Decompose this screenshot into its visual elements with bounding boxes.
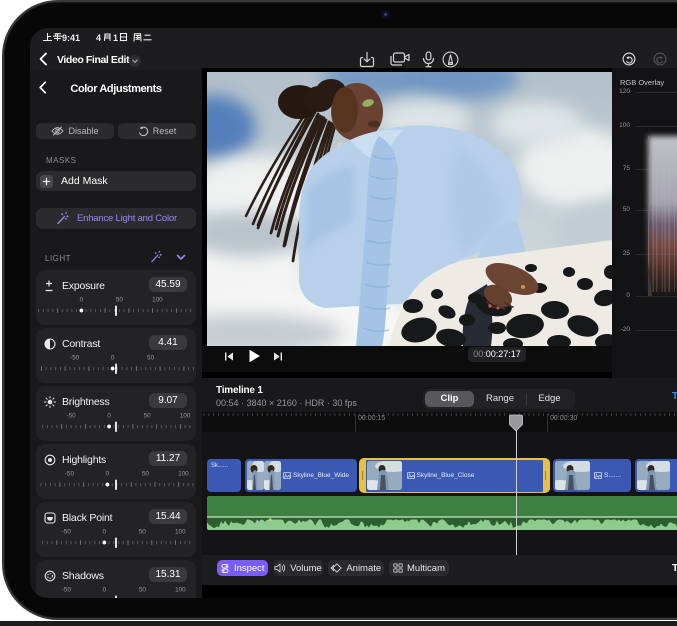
svg-text:0: 0 [80,297,84,304]
svg-text:0: 0 [107,413,111,420]
svg-text:50: 50 [147,355,155,362]
svg-text:-50: -50 [62,529,72,536]
svg-text:0: 0 [103,529,107,536]
svg-text:100: 100 [152,297,163,304]
svg-text:-50: -50 [66,413,76,420]
svg-text:0: 0 [103,587,107,594]
svg-text:-50: -50 [65,471,75,478]
svg-text:0: 0 [111,355,115,362]
svg-text:50: 50 [116,297,124,304]
svg-text:-50: -50 [62,587,72,594]
svg-text:50: 50 [142,471,150,478]
svg-text:100: 100 [175,587,186,594]
svg-text:100: 100 [180,413,191,420]
svg-text:50: 50 [139,529,147,536]
svg-text:50: 50 [144,413,152,420]
svg-text:100: 100 [175,529,186,536]
svg-text:0: 0 [106,471,110,478]
svg-text:-50: -50 [70,355,80,362]
svg-text:50: 50 [139,587,147,594]
svg-text:100: 100 [178,471,189,478]
